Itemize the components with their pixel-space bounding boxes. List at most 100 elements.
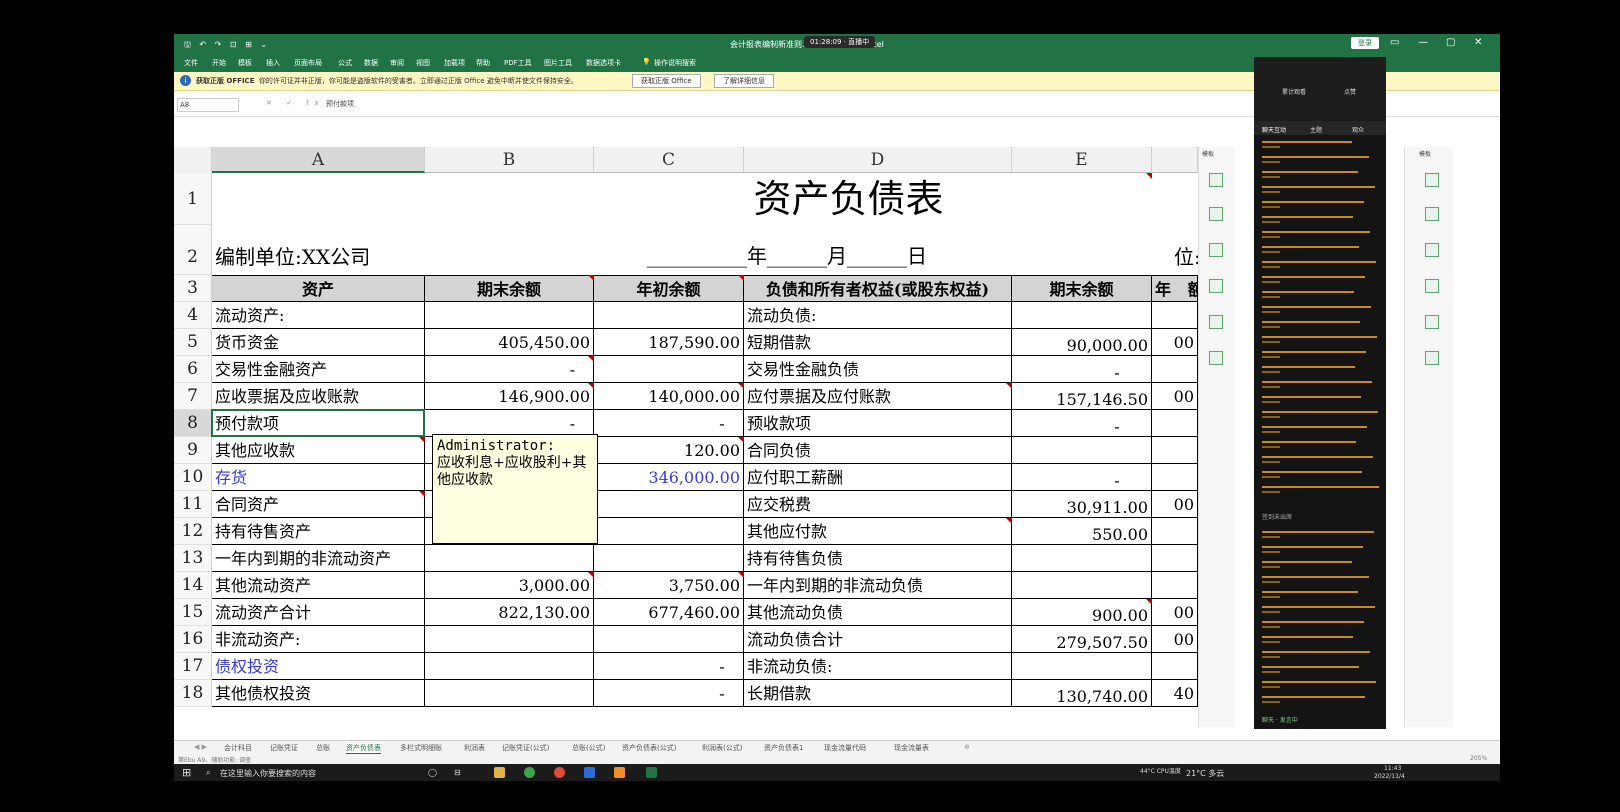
row-header[interactable]: 7 bbox=[174, 383, 212, 410]
cell-b[interactable] bbox=[425, 626, 594, 653]
helper-icon[interactable] bbox=[1425, 173, 1439, 187]
tab-page-layout[interactable]: 页面布局 bbox=[294, 58, 322, 68]
cell-e[interactable]: 900.00 bbox=[1012, 599, 1152, 626]
cell-f[interactable] bbox=[1152, 356, 1198, 383]
cell-f[interactable] bbox=[1152, 572, 1198, 599]
row-header[interactable]: 6 bbox=[174, 356, 212, 383]
cell-d[interactable]: 应付票据及应付账款 bbox=[744, 383, 1012, 410]
more-icon[interactable] bbox=[1209, 351, 1223, 365]
sheet-title[interactable]: 资产负债表 bbox=[212, 173, 1198, 225]
cell-a[interactable]: 其他应收款 bbox=[212, 437, 425, 464]
tab-insert[interactable]: 插入 bbox=[266, 58, 280, 68]
cell-b[interactable] bbox=[425, 302, 594, 329]
header-liabilities-equity[interactable]: 负债和所有者权益(或股东权益) bbox=[744, 275, 1012, 302]
row-header[interactable]: 8 bbox=[174, 410, 212, 437]
app-icon[interactable] bbox=[584, 767, 595, 778]
cell-f[interactable] bbox=[1152, 545, 1198, 572]
select-all-corner[interactable] bbox=[174, 147, 212, 173]
cell-c[interactable]: 120.00 bbox=[594, 437, 744, 464]
login-button[interactable]: 登录 bbox=[1351, 37, 1379, 49]
cell-a[interactable]: 应收票据及应收账款 bbox=[212, 383, 425, 410]
get-office-button[interactable]: 获取正版 Office bbox=[632, 74, 701, 88]
minimize-button[interactable]: — bbox=[1418, 37, 1428, 48]
cell-f[interactable]: 40 bbox=[1152, 680, 1198, 707]
cell-a[interactable]: 交易性金融资产 bbox=[212, 356, 425, 383]
cell-f[interactable] bbox=[1152, 518, 1198, 545]
row-header[interactable]: 15 bbox=[174, 599, 212, 626]
cell-e[interactable]: - bbox=[1012, 356, 1152, 383]
cell-d[interactable]: 预收款项 bbox=[744, 410, 1012, 437]
cell-c[interactable] bbox=[594, 626, 744, 653]
cell-d[interactable]: 应交税费 bbox=[744, 491, 1012, 518]
cell-b[interactable] bbox=[425, 653, 594, 680]
quick-access-toolbar[interactable]: 🖫 ↶ ↷ ⊡ ⊞ ⌄ bbox=[184, 39, 270, 53]
cell-e[interactable] bbox=[1012, 302, 1152, 329]
sheet-tab[interactable]: 资产负债表(公式) bbox=[622, 743, 676, 753]
column-header-f[interactable] bbox=[1152, 147, 1198, 173]
tab-view[interactable]: 视图 bbox=[416, 58, 430, 68]
cell-a[interactable]: 非流动资产: bbox=[212, 626, 425, 653]
cell-c[interactable]: 3,750.00 bbox=[594, 572, 744, 599]
apply-icon[interactable] bbox=[1425, 243, 1439, 257]
cell-f[interactable] bbox=[1152, 464, 1198, 491]
cell-c[interactable]: 140,000.00 bbox=[594, 383, 744, 410]
tab-audience[interactable]: 观众 bbox=[1352, 125, 1364, 134]
cell-d[interactable]: 短期借款 bbox=[744, 329, 1012, 356]
maximize-button[interactable]: ▢ bbox=[1446, 37, 1455, 48]
cell-a[interactable]: 一年内到期的非流动资产 bbox=[212, 545, 425, 572]
cell-e[interactable] bbox=[1012, 437, 1152, 464]
cell-e[interactable]: 279,507.50 bbox=[1012, 626, 1152, 653]
sheet-tab[interactable]: 现金流量表 bbox=[894, 743, 929, 753]
row-header[interactable]: 12 bbox=[174, 518, 212, 545]
cell-c[interactable]: - bbox=[594, 680, 744, 707]
tab-home[interactable]: 开始 bbox=[212, 58, 226, 68]
cell-e[interactable] bbox=[1012, 545, 1152, 572]
cell-f[interactable] bbox=[1152, 410, 1198, 437]
row-header[interactable]: 4 bbox=[174, 302, 212, 329]
cell-e[interactable]: 30,911.00 bbox=[1012, 491, 1152, 518]
cell-a[interactable]: 合同资产 bbox=[212, 491, 425, 518]
cell-c[interactable] bbox=[594, 518, 744, 545]
cell-c[interactable]: - bbox=[594, 653, 744, 680]
header-ending-balance[interactable]: 期末余额 bbox=[425, 275, 594, 302]
taskbar-search-box[interactable]: 在这里输入你要搜索的内容 bbox=[220, 768, 316, 779]
cell-c[interactable] bbox=[594, 491, 744, 518]
cell-f[interactable]: 00 bbox=[1152, 491, 1198, 518]
cell-b[interactable]: 146,900.00 bbox=[425, 383, 594, 410]
cell-d[interactable]: 合同负债 bbox=[744, 437, 1012, 464]
cell-c[interactable] bbox=[594, 356, 744, 383]
sheet-tab[interactable]: 记账凭证 bbox=[270, 743, 298, 753]
apply-icon[interactable] bbox=[1209, 243, 1223, 257]
sheet-nav-icon[interactable]: ◀ ▶ bbox=[194, 743, 207, 751]
learn-more-button[interactable]: 了解详细信息 bbox=[714, 74, 774, 88]
chrome-icon[interactable] bbox=[554, 767, 565, 778]
zoom-level[interactable]: 205% bbox=[1470, 755, 1487, 762]
cell-d[interactable]: 其他应付款 bbox=[744, 518, 1012, 545]
cell-e[interactable]: 90,000.00 bbox=[1012, 329, 1152, 356]
column-header-c[interactable]: C bbox=[594, 147, 744, 173]
tab-data[interactable]: 数据 bbox=[364, 58, 378, 68]
tab-topic[interactable]: 主题 bbox=[1310, 125, 1322, 134]
tab-formulas[interactable]: 公式 bbox=[338, 58, 352, 68]
header-ending-balance-2[interactable]: 期末余额 bbox=[1012, 275, 1152, 302]
wechat-icon[interactable] bbox=[524, 767, 535, 778]
sheet-tab[interactable]: 总账 bbox=[316, 743, 330, 753]
cell-c[interactable]: 677,460.00 bbox=[594, 599, 744, 626]
unit-label[interactable]: 位: bbox=[1174, 225, 1198, 275]
row-header[interactable]: 16 bbox=[174, 626, 212, 653]
cell-d[interactable]: 流动负债合计 bbox=[744, 626, 1012, 653]
row-header[interactable]: 9 bbox=[174, 437, 212, 464]
cell-e[interactable]: 550.00 bbox=[1012, 518, 1152, 545]
sheet-tab[interactable]: 资产负债表1 bbox=[764, 743, 803, 753]
row-header[interactable]: 17 bbox=[174, 653, 212, 680]
row-header[interactable]: 14 bbox=[174, 572, 212, 599]
cell-a[interactable]: 持有待售资产 bbox=[212, 518, 425, 545]
header-opening-balance-2[interactable]: 年 额 bbox=[1152, 275, 1198, 302]
sheet-tab[interactable]: 利润表(公式) bbox=[702, 743, 742, 753]
cell-e[interactable] bbox=[1012, 572, 1152, 599]
task-view-icon[interactable]: ◯ bbox=[428, 768, 437, 777]
sheet-tab[interactable]: 利润表 bbox=[464, 743, 485, 753]
cell-f[interactable] bbox=[1152, 302, 1198, 329]
cell-f[interactable] bbox=[1152, 437, 1198, 464]
cell-f[interactable]: 00 bbox=[1152, 599, 1198, 626]
